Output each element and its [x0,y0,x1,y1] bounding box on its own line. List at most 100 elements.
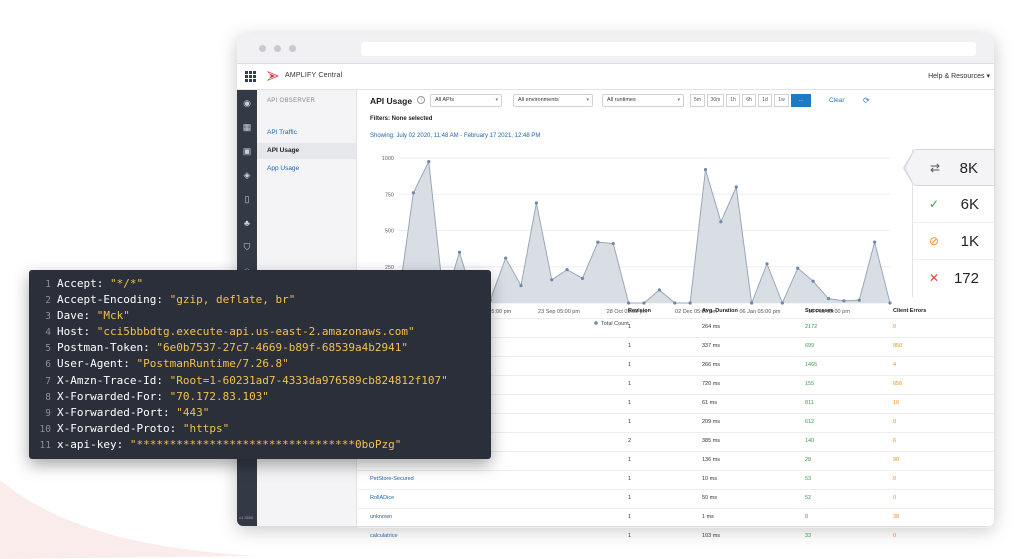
line-number: 2 [45,295,51,307]
x-icon: ✕ [929,271,940,285]
app-header: AMPLIFY Central Help & Resources ▾ [237,64,994,90]
runtimes-select[interactable]: All runtimes ▾ [602,94,684,107]
page-title: API Usage [370,96,413,106]
refresh-icon[interactable]: ⟳ [863,96,870,105]
time-button-6h[interactable]: 6h [742,94,756,107]
client-errors-cell: 0 [893,533,897,539]
header-value: "70.172.83.103" [169,389,269,403]
help-label: Help & Resources [928,73,985,80]
title-bar [237,34,994,64]
table-row[interactable]: RollADice 1 50 ms 52 0 [358,490,994,506]
header-value: "PostmanRuntime/7.26.8" [136,357,289,371]
column-header-duration[interactable]: Avg. Duration [702,308,738,314]
table-row[interactable]: PetStore-Secured 1 10 ms 53 0 [358,471,994,487]
data-point [873,240,877,244]
request-headers-code-panel: 1 Accept: "*/*" 2 Accept-Encoding: "gzip, d… [29,270,491,459]
url-bar[interactable] [361,42,976,56]
revision-cell: 1 [628,457,632,463]
users-icon[interactable]: ♣ [242,218,252,228]
building-icon[interactable]: ▣ [242,146,252,156]
clear-button[interactable]: Clear [829,97,845,104]
client-errors-cell: 0 [893,495,897,501]
data-point [703,168,708,172]
data-point [734,185,738,189]
window-minimize-dot[interactable] [274,45,281,52]
stat-notch-fill [905,152,914,184]
revision-cell: 2 [628,438,632,444]
header-key: X-Amzn-Trace-Id: [57,373,170,387]
arrows-icon: ⇄ [930,161,941,175]
stat-total[interactable]: ⇄ 8K [913,149,995,186]
api-name-link[interactable]: PetStore-Secured [370,476,414,482]
sidebar-item-api-usage[interactable]: API Usage [257,143,357,159]
filters-text: Filters: None selected [370,116,433,122]
column-header-revision[interactable]: Revision [628,308,651,314]
time-button-5m[interactable]: 5m [690,94,705,107]
api-name-link[interactable]: calculatrice [370,533,398,539]
data-point [642,301,646,305]
amplify-logo-icon [267,71,279,81]
header-value: "Root=1-60231ad7-4333da976589cb824812f10… [169,373,448,387]
successes-cell: 612 [805,419,815,425]
header-key: X-Forwarded-For: [57,389,170,403]
successes-cell: 53 [805,476,812,482]
line-number: 8 [45,391,51,403]
successes-cell: 811 [805,400,814,406]
successes-cell: 28 [805,457,812,463]
header-value: "443" [176,405,210,419]
time-button-30m[interactable]: 30m [707,94,724,107]
help-resources-menu[interactable]: Help & Resources ▾ [928,72,990,80]
window-close-dot[interactable] [259,45,266,52]
environments-select[interactable]: All environments ▾ [513,94,593,107]
sidebar-item-app-usage[interactable]: App Usage [257,161,357,177]
diamond-icon[interactable]: ◈ [242,170,252,180]
duration-cell: 50 ms [702,495,717,501]
duration-cell: 337 ms [702,343,721,349]
time-button-1h[interactable]: 1h [726,94,740,107]
header-key: Host: [57,325,97,339]
stat-client-errors[interactable]: ⊘ 1K [913,223,995,260]
client-errors-cell: 16 [893,400,900,406]
stat-successes[interactable]: ✓ 6K [913,186,995,223]
header-key: Accept-Encoding: [57,293,170,307]
data-point [688,301,692,305]
apis-select[interactable]: All APIs ▾ [430,94,502,107]
window-maximize-dot[interactable] [289,45,296,52]
successes-cell: 52 [805,495,812,501]
time-button-1d[interactable]: 1d [758,94,772,107]
shield-icon[interactable]: ⛉ [242,242,252,252]
duration-cell: 103 ms [702,533,721,539]
header-key: Postman-Token: [57,341,157,355]
code-line: 5 Postman-Token: "6e0b7537-27c7-4669-b89f… [29,340,491,356]
header-value: "Mck" [96,309,130,323]
revision-cell: 1 [628,343,632,349]
data-point [596,240,600,244]
time-button-custom[interactable]: ... [791,94,811,107]
data-point [519,284,523,288]
duration-cell: 10 ms [702,476,717,482]
data-point [750,301,754,305]
column-header-successes[interactable]: Successes [805,308,833,314]
api-name-link[interactable]: RollADice [370,495,394,501]
observer-icon[interactable]: ◉ [242,98,252,108]
stat-server-errors[interactable]: ✕ 172 [913,260,995,297]
duration-cell: 1 ms [702,514,714,520]
table-row[interactable]: unknown 1 1 ms 0 38 [358,509,994,525]
device-icon[interactable]: ▯ [242,194,252,204]
data-point [888,301,892,305]
table-row[interactable]: calculatrice 1 103 ms 33 0 [358,528,994,544]
catalog-icon[interactable]: ▦ [242,122,252,132]
header-key: x-api-key: [57,437,130,451]
client-errors-cell: 4 [893,362,897,368]
data-point [657,288,661,292]
sidebar-item-api-traffic[interactable]: API Traffic [257,125,357,141]
api-name-link[interactable]: unknown [370,514,392,520]
stat-client-errors-value: 1K [960,233,979,250]
info-icon[interactable]: i [417,96,425,104]
code-line: 6 User-Agent: "PostmanRuntime/7.26.8" [29,356,491,372]
apps-grid-icon[interactable] [245,71,256,82]
column-header-client-errors[interactable]: Client Errors [893,308,926,314]
time-button-1w[interactable]: 1w [774,94,789,107]
data-point [826,297,831,301]
x-tick-label: 06 Jan 05:00 pm [740,309,781,315]
